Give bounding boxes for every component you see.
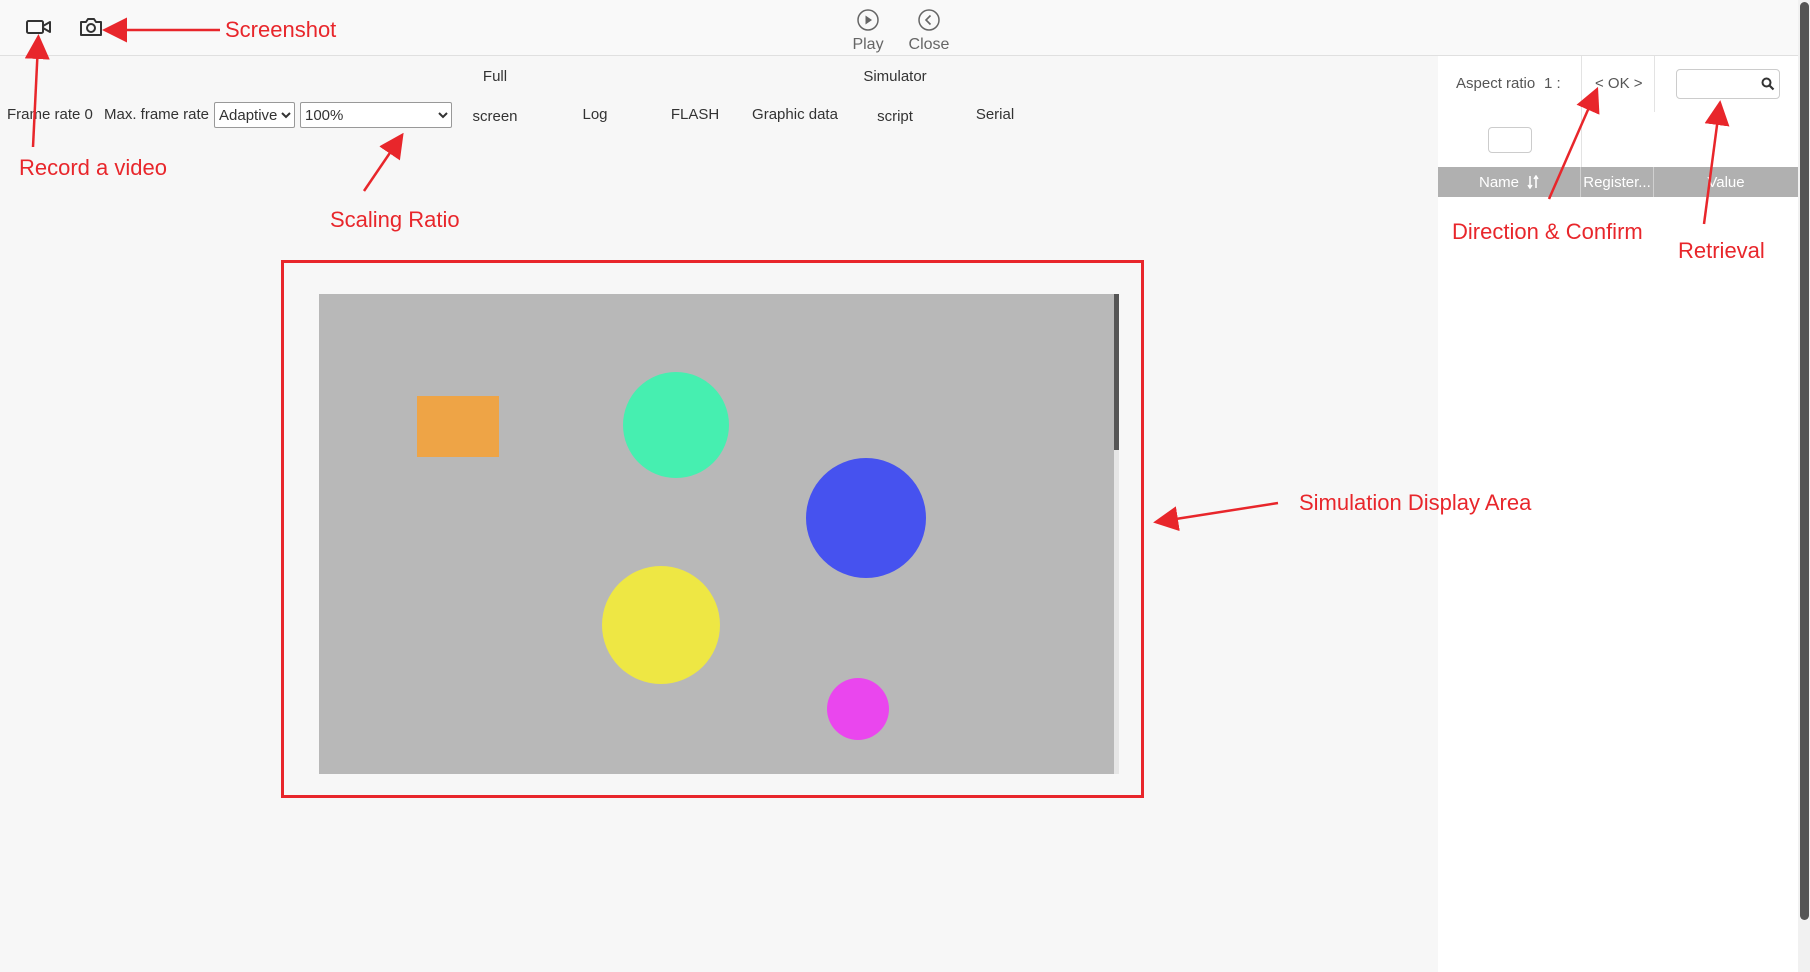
column-register[interactable]: Register... [1581,167,1654,197]
orange-rectangle [417,396,499,457]
canvas-scrollbar-thumb[interactable] [1114,294,1119,450]
blue-circle [806,458,926,578]
panel-divider [1654,56,1655,112]
annotation-retrieval: Retrieval [1678,238,1765,263]
scaling-ratio-select[interactable]: 100% [300,102,452,128]
green-circle [623,372,729,478]
simulator-script-label-bottom: script [877,108,913,125]
screenshot-button[interactable] [74,10,108,44]
annotation-simulation-area: Simulation Display Area [1299,490,1532,515]
column-name[interactable]: Name [1438,167,1581,197]
column-value[interactable]: Value [1654,167,1798,197]
simulation-shapes [417,372,926,740]
chevron-left-icon [918,9,940,31]
full-screen-label-top: Full [482,68,508,85]
graphic-data-label: Graphic data [752,106,838,123]
max-frame-rate-label: Max. frame rate [104,106,210,123]
close-label: Close [908,36,950,53]
variables-table-header: Name Register... Value [1438,167,1798,197]
direction-confirm-button[interactable]: < OK > [1595,75,1643,92]
play-icon [857,9,879,31]
log-button[interactable]: Log [565,106,625,123]
arrow-record-video [24,34,50,148]
record-video-button[interactable] [22,10,56,44]
serial-label: Serial [975,106,1015,123]
close-button[interactable]: Close [904,8,954,54]
annotation-scaling-ratio: Scaling Ratio [330,207,460,232]
search-input[interactable] [1681,70,1763,98]
flash-label: FLASH [670,106,720,123]
arrow-scaling-ratio [362,132,404,192]
column-value-label: Value [1707,173,1745,191]
simulation-canvas[interactable] [319,294,1116,774]
column-name-label: Name [1478,173,1519,191]
column-register-label: Register... [1583,173,1651,191]
simulator-script-label-top: Simulator [863,68,927,85]
serial-button[interactable]: Serial [965,106,1025,123]
magenta-circle [827,678,889,740]
log-label: Log [582,106,608,123]
sort-icon[interactable] [1527,175,1539,189]
annotation-screenshot: Screenshot [225,17,337,42]
video-camera-icon [26,20,51,34]
search-box[interactable] [1676,69,1780,99]
aspect-ratio-value: 1 : [1544,75,1561,92]
full-screen-button[interactable]: Full screen [455,66,535,128]
camera-icon [80,18,102,36]
search-icon[interactable] [1761,77,1775,91]
full-screen-label-bottom: screen [472,108,518,125]
play-button[interactable]: Play [846,8,890,54]
annotation-direction-confirm: Direction & Confirm [1452,219,1643,244]
aspect-ratio-input[interactable] [1488,127,1532,153]
frame-rate-label: Frame rate 0 [7,106,93,123]
annotation-record-video: Record a video [19,155,167,180]
aspect-ratio-label: Aspect ratio [1456,75,1536,92]
play-label: Play [852,36,884,53]
flash-button[interactable]: FLASH [655,106,735,123]
yellow-circle [602,566,720,684]
max-frame-rate-select[interactable]: Adaptive [214,102,295,128]
arrow-simulation-area [1153,501,1279,532]
graphic-data-button[interactable]: Graphic data [745,106,845,123]
page-scrollbar-thumb[interactable] [1800,2,1809,920]
simulator-script-button[interactable]: Simulator script [845,66,945,128]
